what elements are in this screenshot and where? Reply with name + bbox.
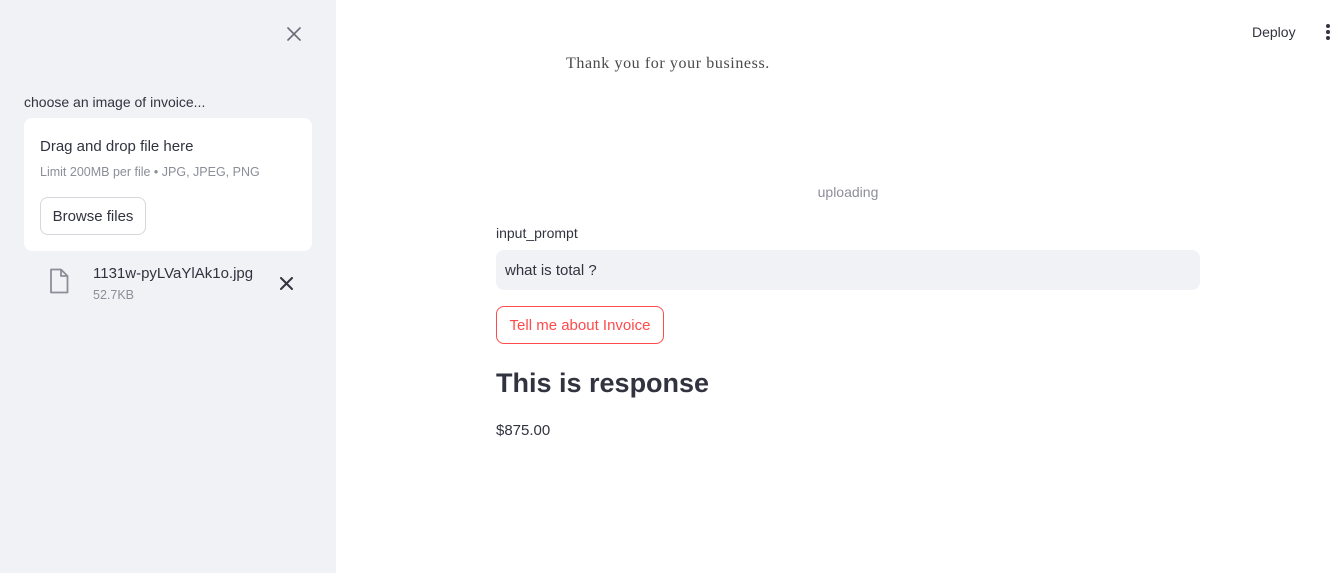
sidebar: choose an image of invoice... Drag and d… (0, 0, 336, 573)
close-icon (279, 276, 293, 290)
file-name: 1131w-pyLVaYlAk1o.jpg (93, 265, 254, 282)
upload-status: uploading (817, 184, 879, 200)
prompt-input[interactable] (496, 250, 1200, 290)
file-icon (50, 268, 69, 294)
file-dropzone[interactable]: Drag and drop file here Limit 200MB per … (24, 118, 312, 251)
remove-file-button[interactable] (276, 273, 296, 293)
browse-files-button[interactable]: Browse files (40, 197, 146, 235)
file-size: 52.7KB (93, 288, 135, 302)
close-icon (287, 27, 301, 41)
response-text: $875.00 (496, 422, 551, 439)
uploader-label: choose an image of invoice... (24, 94, 206, 110)
main-menu-button[interactable] (1319, 22, 1337, 42)
uploaded-file-item: 1131w-pyLVaYlAk1o.jpg 52.7KB (24, 262, 312, 308)
dropzone-title: Drag and drop file here (40, 138, 194, 155)
kebab-menu-icon (1326, 24, 1330, 40)
tell-me-about-invoice-button[interactable]: Tell me about Invoice (496, 306, 664, 344)
response-heading: This is response (496, 368, 710, 398)
dropzone-limit-text: Limit 200MB per file • JPG, JPEG, PNG (40, 165, 260, 179)
prompt-label: input_prompt (496, 225, 578, 241)
close-sidebar-button[interactable] (283, 23, 305, 45)
deploy-button[interactable]: Deploy (1252, 20, 1296, 44)
invoice-image-preview: Thank you for your business. (566, 55, 770, 72)
